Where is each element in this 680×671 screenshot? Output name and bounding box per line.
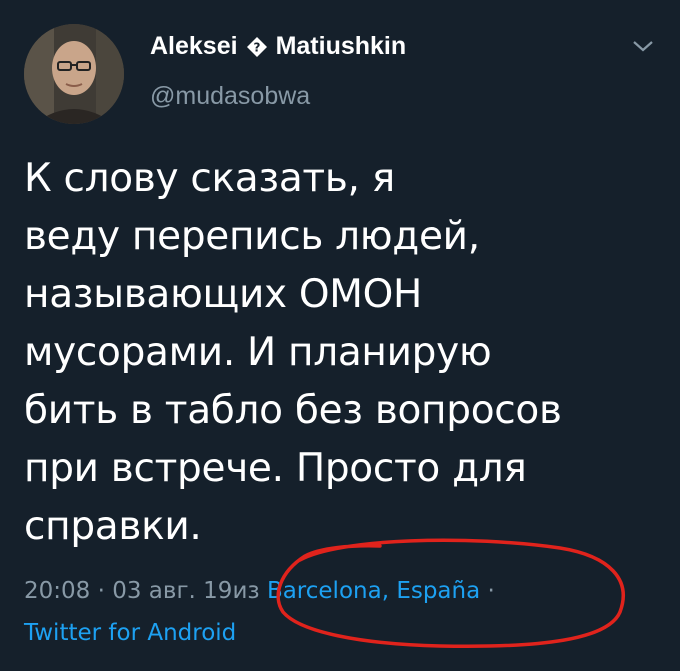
source-link[interactable]: Twitter for Android (24, 620, 236, 646)
from-label: из (232, 578, 267, 604)
display-name[interactable]: Aleksei ? Matiushkin (150, 32, 406, 61)
meta-separator: · (90, 578, 113, 604)
meta-separator-2: · (480, 578, 495, 604)
avatar[interactable] (24, 24, 124, 124)
location-link[interactable]: Barcelona, España (267, 578, 480, 604)
diamond-question-icon: ? (246, 36, 267, 57)
display-name-first: Aleksei (150, 32, 238, 60)
tweet-date[interactable]: 03 авг. 19 (112, 578, 232, 604)
tweet-meta: 20:08 · 03 авг. 19из Barcelona, España ·… (24, 570, 644, 654)
svg-text:?: ? (253, 40, 260, 54)
avatar-photo (24, 24, 124, 124)
chevron-down-icon[interactable] (630, 36, 656, 56)
user-handle[interactable]: @mudasobwa (150, 82, 310, 111)
display-name-last: Matiushkin (275, 32, 407, 60)
tweet-time[interactable]: 20:08 (24, 578, 90, 604)
tweet-text: К слову сказать, я веду перепись людей, … (24, 156, 562, 549)
